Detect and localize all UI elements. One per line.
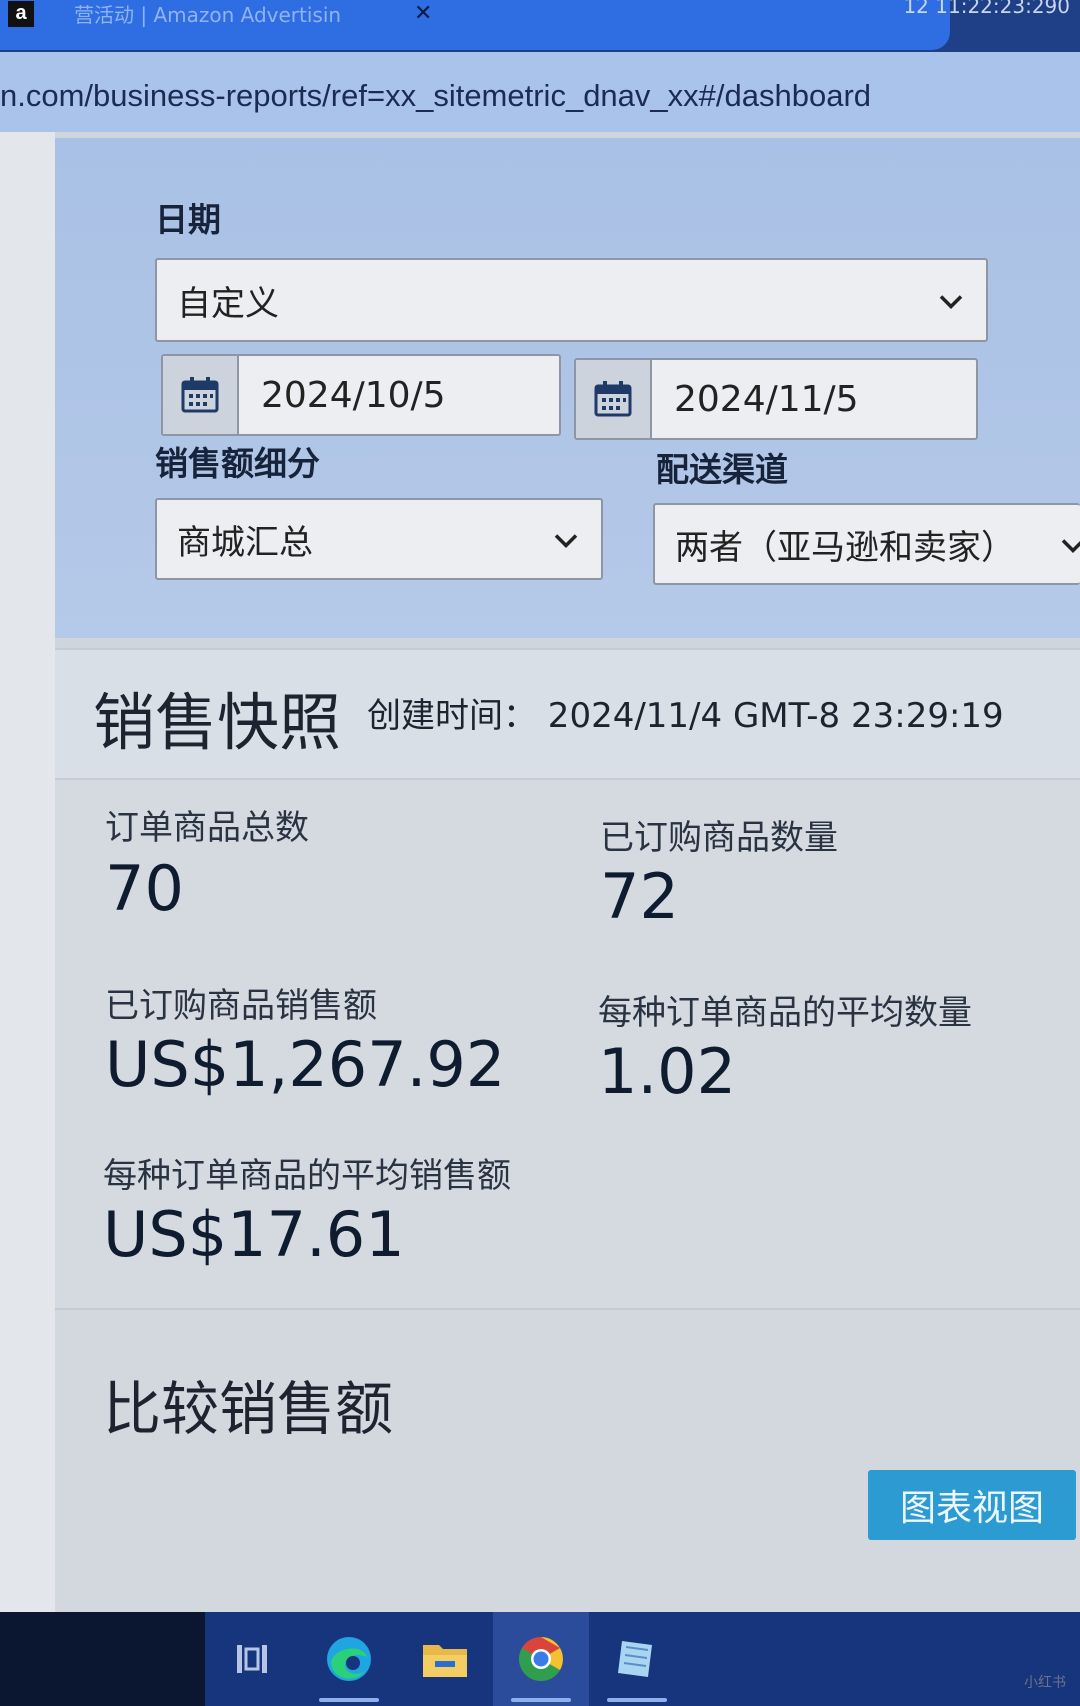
sales-breakdown-select[interactable]: 商城汇总 [155, 498, 603, 580]
calendar-icon[interactable] [576, 360, 652, 438]
file-explorer-icon[interactable] [397, 1612, 493, 1706]
chevron-down-icon [938, 284, 964, 317]
tab-close-icon[interactable]: ✕ [414, 1, 432, 26]
end-date-value: 2024/11/5 [674, 378, 859, 420]
snapshot-created-time: 创建时间： 2024/11/4 GMT-8 23:29:19 [367, 696, 1004, 736]
address-bar[interactable]: n.com/business-reports/ref=xx_sitemetric… [0, 52, 1080, 132]
sales-breakdown-value: 商城汇总 [177, 522, 313, 563]
snapshot-title: 销售快照 [93, 686, 342, 759]
watermark: 小红书 [1024, 1675, 1066, 1691]
chrome-browser-icon[interactable] [493, 1612, 589, 1706]
active-indicator [607, 1698, 667, 1702]
task-view-icon[interactable] [205, 1612, 301, 1706]
sales-snapshot-header: 销售快照 创建时间： 2024/11/4 GMT-8 23:29:19 [55, 648, 1080, 780]
compare-sales-section: 比较销售额 [55, 1310, 1080, 1612]
start-date-field[interactable]: 2024/10/5 [161, 354, 561, 436]
tab-strip-clock: 12 11:22:23:290 [903, 0, 1070, 18]
compare-sales-title: 比较销售额 [103, 1375, 394, 1443]
calendar-icon[interactable] [163, 356, 239, 434]
metric-value-ordered-product-sales: US$1,267.92 [105, 1028, 506, 1101]
tab-title: 营活动 | Amazon Advertisin [74, 2, 342, 27]
address-url[interactable]: n.com/business-reports/ref=xx_sitemetric… [0, 78, 871, 114]
metric-value-units-ordered: 72 [600, 860, 679, 933]
fulfillment-channel-select[interactable]: 两者（亚马逊和卖家） [653, 503, 1080, 585]
metric-label-total-order-items: 订单商品总数 [105, 808, 309, 848]
end-date-field[interactable]: 2024/11/5 [574, 358, 978, 440]
metric-value-avg-units-per-order-item: 1.02 [598, 1035, 737, 1108]
sales-breakdown-label: 销售额细分 [155, 444, 320, 483]
date-label: 日期 [155, 200, 221, 239]
browser-tab-strip: a 营活动 | Amazon Advertisin ✕ 12 11:22:23:… [0, 0, 1080, 52]
notepad-app-icon[interactable] [589, 1612, 685, 1706]
metric-value-total-order-items: 70 [105, 852, 184, 925]
metric-label-avg-sales-per-order-item: 每种订单商品的平均销售额 [103, 1156, 511, 1196]
browser-tab[interactable]: a 营活动 | Amazon Advertisin ✕ [0, 0, 950, 50]
active-indicator [319, 1698, 379, 1702]
page-left-gutter [0, 132, 55, 1612]
date-range-select[interactable]: 自定义 [155, 258, 988, 342]
taskbar-apps [205, 1612, 1080, 1706]
metric-label-avg-units-per-order-item: 每种订单商品的平均数量 [598, 993, 972, 1033]
metric-label-units-ordered: 已订购商品数量 [600, 818, 838, 858]
active-indicator [511, 1698, 571, 1702]
chevron-down-icon [553, 523, 579, 556]
taskbar: 小红书 [0, 1612, 1080, 1706]
fulfillment-channel-value: 两者（亚马逊和卖家） [675, 527, 1015, 568]
chevron-down-icon [1060, 528, 1080, 561]
edge-browser-icon[interactable] [301, 1612, 397, 1706]
amazon-favicon-icon: a [8, 1, 34, 27]
metric-value-avg-sales-per-order-item: US$17.61 [103, 1198, 405, 1271]
metric-label-ordered-product-sales: 已订购商品销售额 [105, 986, 377, 1026]
fulfillment-channel-label: 配送渠道 [656, 450, 788, 489]
date-range-value: 自定义 [177, 283, 279, 324]
start-date-value: 2024/10/5 [261, 374, 446, 416]
chart-view-button[interactable]: 图表视图 [868, 1470, 1076, 1540]
